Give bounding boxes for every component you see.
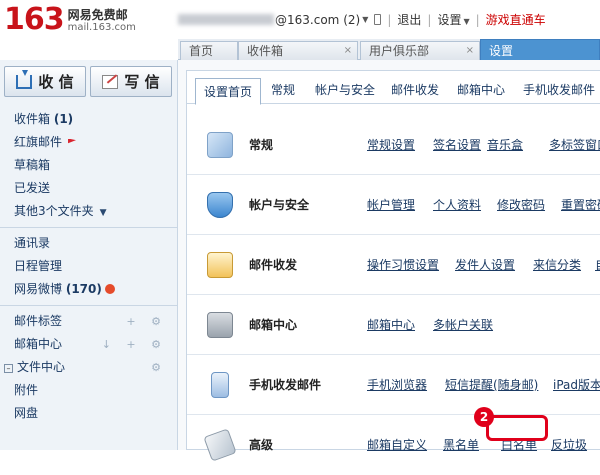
folder-nav: 收件箱 (1) 红旗邮件 草稿箱 已发送 其他3个文件夹 ▼ 通讯录 日程管理 网… <box>0 108 177 425</box>
compose-button[interactable]: 写 信 <box>90 66 172 97</box>
link-change-password[interactable]: 修改密码 <box>497 196 545 213</box>
settings-row-mail: 邮件收发 操作习惯设置 发件人设置 来信分类 自动 <box>187 235 600 295</box>
game-link[interactable]: 游戏直通车 <box>486 11 546 28</box>
red-flag-icon <box>68 138 77 144</box>
tab-user-club[interactable]: 用户俱乐部 × <box>360 41 480 60</box>
link-profile[interactable]: 个人资料 <box>433 196 481 213</box>
link-mailbox-custom[interactable]: 邮箱自定义 <box>367 436 427 453</box>
settings-row-mobile: 手机收发邮件 手机浏览器 短信提醒(随身邮) iPad版本 <box>187 355 600 415</box>
truck-icon <box>207 312 233 338</box>
link-mail-center[interactable]: 邮箱中心 <box>367 316 415 333</box>
row-title: 手机收发邮件 <box>249 378 322 392</box>
link-account-management[interactable]: 帐户管理 <box>367 196 415 213</box>
sidebar-item-flagged[interactable]: 红旗邮件 <box>0 131 177 154</box>
settings-caret-icon: ▼ <box>463 17 470 26</box>
sidebar-item-file-center[interactable]: – 文件中心 ⚙ <box>0 356 177 379</box>
settings-content: 设置首页 常规 帐户与安全 邮件收发 邮箱中心 手机收发邮件 常规 常规设置 签… <box>178 60 600 462</box>
logo[interactable]: 163 网易免费邮 mail.163.com <box>4 4 136 36</box>
collapse-icon[interactable]: – <box>4 364 13 373</box>
sidebar-item-sent[interactable]: 已发送 <box>0 177 177 200</box>
subtab-settings-home[interactable]: 设置首页 <box>195 78 262 105</box>
user-account[interactable]: @163.com (2) <box>275 13 360 27</box>
mail-center-actions-icons[interactable]: ↓ + ⚙ <box>102 333 167 356</box>
gear-icon[interactable]: ⚙ <box>151 356 167 379</box>
sidebar-item-labels[interactable]: 邮件标签 + ⚙ <box>0 310 177 333</box>
shield-icon <box>207 192 233 218</box>
sidebar-item-netdisk[interactable]: 网盘 <box>0 402 177 425</box>
logo-number: 163 <box>4 2 65 37</box>
row-title: 高级 <box>249 438 274 452</box>
link-multi-tab[interactable]: 多标签窗口 <box>549 136 600 153</box>
wrench-icon <box>203 428 237 462</box>
link-general-settings[interactable]: 常规设置 <box>367 136 415 153</box>
tab-home[interactable]: 首页 <box>180 41 238 60</box>
tab-inbox[interactable]: 收件箱 × <box>238 41 358 60</box>
row-title: 邮箱中心 <box>249 318 298 332</box>
link-sender-settings[interactable]: 发件人设置 <box>455 256 515 273</box>
chevron-down-icon: ▼ <box>99 208 107 218</box>
logout-link[interactable]: 退出 <box>397 11 421 28</box>
sidebar-item-other-folders[interactable]: 其他3个文件夹 ▼ <box>0 200 177 223</box>
link-mobile-browser[interactable]: 手机浏览器 <box>367 376 427 393</box>
close-icon[interactable]: × <box>466 42 474 60</box>
subtab-account-security[interactable]: 帐户与安全 <box>315 77 375 104</box>
settings-link[interactable]: 设置 ▼ <box>437 11 469 28</box>
row-title: 帐户与安全 <box>249 198 310 212</box>
whitelist-highlight <box>486 415 548 441</box>
logo-name: 网易免费邮 <box>67 8 128 22</box>
sidebar-item-attachments[interactable]: 附件 <box>0 379 177 402</box>
tab-settings[interactable]: 设置 <box>480 39 600 61</box>
envelope-icon <box>207 252 233 278</box>
row-title: 常规 <box>249 138 274 152</box>
link-anti-spam[interactable]: 反垃圾 <box>551 436 587 453</box>
link-music-box[interactable]: 音乐盒 <box>487 136 523 153</box>
settings-panel: 设置首页 常规 帐户与安全 邮件收发 邮箱中心 手机收发邮件 常规 常规设置 签… <box>186 70 600 462</box>
subtab-mail-send-receive[interactable]: 邮件收发 <box>391 77 439 104</box>
settings-row-general: 常规 常规设置 签名设置 音乐盒 多标签窗口 <box>187 115 600 175</box>
link-blacklist[interactable]: 黑名单 <box>443 436 479 453</box>
receive-button[interactable]: 收 信 <box>4 66 86 97</box>
link-reset-password[interactable]: 重置密码 <box>561 196 600 213</box>
subtab-mail-center[interactable]: 邮箱中心 <box>457 77 505 104</box>
link-multi-account[interactable]: 多帐户关联 <box>433 316 493 333</box>
mobile-phone-icon <box>211 372 229 398</box>
link-ipad-version[interactable]: iPad版本 <box>553 376 600 393</box>
weibo-icon <box>104 284 115 294</box>
link-signature[interactable]: 签名设置 <box>433 136 481 153</box>
header: 163 网易免费邮 mail.163.com @163.com (2) ▼ | … <box>0 0 600 40</box>
row-title: 邮件收发 <box>249 258 298 272</box>
subtab-general[interactable]: 常规 <box>271 77 295 104</box>
close-icon[interactable]: × <box>344 42 352 60</box>
topbar: @163.com (2) ▼ | 退出 | 设置 ▼ | 游戏直通车 <box>178 11 546 28</box>
sidebar: 收 信 写 信 收件箱 (1) 红旗邮件 草稿箱 已发送 其他3个文件夹 ▼ 通讯… <box>0 60 178 450</box>
inbox-download-icon <box>16 69 33 89</box>
link-auto[interactable]: 自动 <box>595 256 600 273</box>
pencil-paper-icon <box>102 74 119 89</box>
label-actions-icons[interactable]: + ⚙ <box>126 310 167 333</box>
tab-bar: 首页 收件箱 × 用户俱乐部 × 设置 <box>178 39 600 61</box>
settings-row-mail-center: 邮箱中心 邮箱中心 多帐户关联 <box>187 295 600 355</box>
account-caret-icon[interactable]: ▼ <box>362 15 368 24</box>
settings-subtabs: 设置首页 常规 帐户与安全 邮件收发 邮箱中心 手机收发邮件 <box>187 71 600 105</box>
sidebar-item-calendar[interactable]: 日程管理 <box>0 255 177 278</box>
sidebar-item-contacts[interactable]: 通讯录 <box>0 232 177 255</box>
sidebar-item-weibo[interactable]: 网易微博 (170) <box>0 278 177 301</box>
settings-row-account: 帐户与安全 帐户管理 个人资料 修改密码 重置密码 <box>187 175 600 235</box>
step-badge: 2 <box>474 407 494 427</box>
logo-domain: mail.163.com <box>67 22 136 33</box>
username-redacted <box>178 14 274 25</box>
phone-icon[interactable] <box>374 14 382 25</box>
sidebar-item-mail-center[interactable]: 邮箱中心 ↓ + ⚙ <box>0 333 177 356</box>
sidebar-item-inbox[interactable]: 收件箱 (1) <box>0 108 177 131</box>
subtab-mobile-mail[interactable]: 手机收发邮件 <box>523 77 595 104</box>
link-operation-habits[interactable]: 操作习惯设置 <box>367 256 439 273</box>
sidebar-item-drafts[interactable]: 草稿箱 <box>0 154 177 177</box>
link-mail-classify[interactable]: 来信分类 <box>533 256 581 273</box>
general-settings-icon <box>207 132 233 158</box>
link-sms-reminder[interactable]: 短信提醒(随身邮) <box>445 376 538 393</box>
